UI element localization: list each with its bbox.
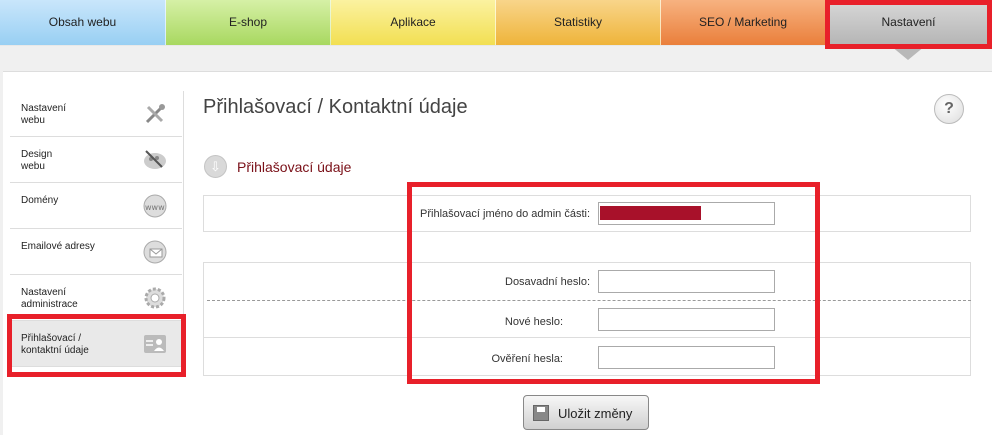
sidebar-item-email-addresses[interactable]: Emailové adresy [10, 229, 182, 275]
confirm-password-label: Ověření hesla: [491, 353, 563, 365]
sidebar-item-admin-settings[interactable]: Nastavení administrace [10, 275, 182, 321]
palette-icon [144, 150, 166, 169]
sidebar-item-label: Nastavení webu [21, 103, 67, 126]
new-password-input[interactable] [598, 308, 775, 331]
user-contact-icon [144, 335, 166, 353]
www-globe-icon: www [143, 194, 167, 218]
new-password-label: Nové heslo: [504, 316, 563, 328]
sidebar-item-label: Domény [21, 195, 59, 206]
tab-applications[interactable]: Aplikace [331, 0, 496, 45]
tab-seo-marketing[interactable]: SEO / Marketing [661, 0, 826, 45]
tab-content[interactable]: Obsah webu [0, 0, 166, 45]
login-name-label: Přihlašovací jméno do admin části: [420, 208, 590, 220]
sidebar-item-label: Emailové adresy [21, 241, 95, 252]
active-tab-pointer [891, 46, 925, 60]
settings-sidebar: Nastavení webu Design webu Domény www Em… [10, 91, 182, 367]
floppy-disk-icon [533, 405, 549, 421]
sidebar-item-domains[interactable]: Domény www [10, 183, 182, 229]
section-toggle-arrow-icon[interactable]: ⇩ [204, 155, 227, 178]
current-password-input[interactable] [598, 270, 775, 293]
help-button[interactable]: ? [934, 94, 964, 124]
sidebar-item-label: Přihlašovací / kontaktní údaje [21, 333, 89, 356]
current-password-label: Dosavadní heslo: [505, 276, 590, 288]
page-title: Přihlašovací / Kontaktní údaje [203, 96, 468, 118]
sidebar-item-label: Nastavení administrace [21, 287, 78, 310]
field-separator [203, 337, 971, 338]
dashed-separator [207, 300, 971, 301]
email-icon [143, 240, 167, 264]
tab-settings[interactable]: Nastavení [826, 0, 992, 45]
admin-settings-page: Obsah webu E-shop Aplikace Statistiky SE… [0, 0, 992, 435]
save-button[interactable]: Uložit změny [523, 395, 649, 430]
sidebar-divider [183, 91, 184, 376]
gear-icon [144, 287, 166, 309]
top-navigation: Obsah webu E-shop Aplikace Statistiky SE… [0, 0, 992, 46]
sidebar-item-login-contact[interactable]: Přihlašovací / kontaktní údaje [10, 321, 182, 367]
sidebar-item-label: Design webu [21, 149, 53, 172]
sidebar-item-design[interactable]: Design webu [10, 137, 182, 183]
tools-icon [145, 104, 165, 124]
tab-statistics[interactable]: Statistiky [496, 0, 661, 45]
svg-text:www: www [145, 203, 165, 212]
sidebar-item-web-settings[interactable]: Nastavení webu [10, 91, 182, 137]
tab-eshop[interactable]: E-shop [166, 0, 331, 45]
redacted-login-value [600, 206, 701, 220]
save-button-label: Uložit změny [558, 406, 633, 421]
confirm-password-input[interactable] [598, 346, 775, 369]
section-title: Přihlašovací údaje [237, 159, 352, 175]
